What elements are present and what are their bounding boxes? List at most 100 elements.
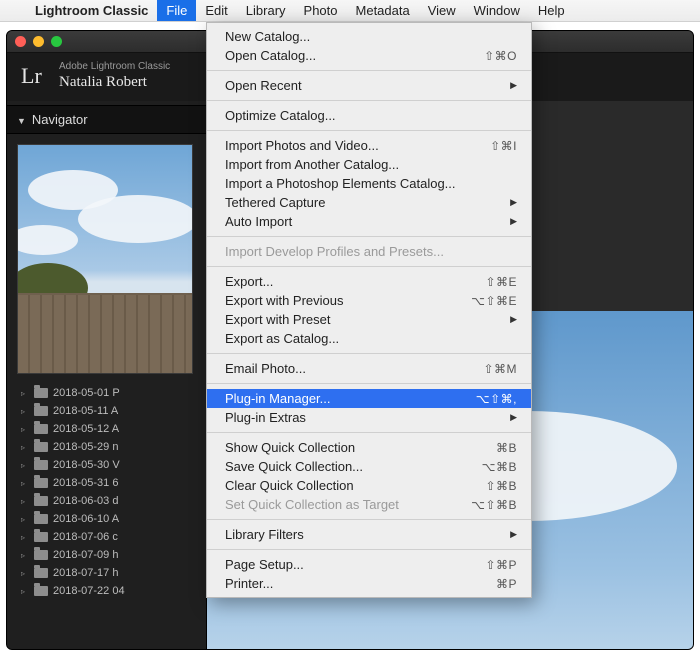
menu-separator bbox=[207, 549, 531, 550]
folder-row[interactable]: ▹2018-06-03 d bbox=[7, 492, 206, 510]
menubar-item-library[interactable]: Library bbox=[237, 0, 295, 21]
folder-label: 2018-05-30 V bbox=[53, 459, 120, 471]
menu-item-save-quick-collection[interactable]: Save Quick Collection... ⌥⌘B bbox=[207, 457, 531, 476]
menu-item-clear-quick-collection[interactable]: Clear Quick Collection ⇧⌘B bbox=[207, 476, 531, 495]
macos-menubar: Lightroom Classic FileEditLibraryPhotoMe… bbox=[0, 0, 700, 22]
disclosure-triangle-icon: ▹ bbox=[21, 569, 29, 578]
menu-item-shortcut: ⇧⌘B bbox=[485, 479, 517, 493]
menu-item-auto-import[interactable]: Auto Import bbox=[207, 212, 531, 231]
menu-item-optimize-catalog[interactable]: Optimize Catalog... bbox=[207, 106, 531, 125]
menu-item-label: Import a Photoshop Elements Catalog... bbox=[225, 176, 456, 191]
folder-row[interactable]: ▹ 2018-05-11 A bbox=[7, 402, 206, 420]
disclosure-triangle-icon: ▹ bbox=[21, 587, 29, 596]
menu-item-label: New Catalog... bbox=[225, 29, 310, 44]
menu-item-email-photo[interactable]: Email Photo...⇧⌘M bbox=[207, 359, 531, 378]
menu-separator bbox=[207, 266, 531, 267]
folder-row[interactable]: ▹ 2018-05-31 6 bbox=[7, 474, 206, 492]
menu-item-set-quick-collection-as-target: Set Quick Collection as Target ⌥⇧⌘B bbox=[207, 495, 531, 514]
menu-item-show-quick-collection[interactable]: Show Quick Collection⌘B bbox=[207, 438, 531, 457]
folder-row[interactable]: ▹2018-07-09 h bbox=[7, 546, 206, 564]
folder-row[interactable]: ▹2018-06-10 A bbox=[7, 510, 206, 528]
menubar-item-edit[interactable]: Edit bbox=[196, 0, 236, 21]
folder-icon bbox=[34, 568, 48, 578]
menu-item-label: Optimize Catalog... bbox=[225, 108, 336, 123]
file-menu: New Catalog... Open Catalog...⇧⌘O Open Rec… bbox=[206, 22, 532, 598]
folder-label: 2018-07-06 c bbox=[53, 531, 118, 543]
folder-row[interactable]: ▹2018-05-12 A bbox=[7, 420, 206, 438]
menu-separator bbox=[207, 432, 531, 433]
folder-label: 2018-05-31 6 bbox=[53, 477, 118, 489]
menu-item-shortcut: ⇧⌘E bbox=[485, 275, 517, 289]
menu-item-label: Import from Another Catalog... bbox=[225, 157, 399, 172]
menu-item-shortcut: ⇧⌘M bbox=[483, 362, 517, 376]
disclosure-triangle-icon: ▹ bbox=[21, 515, 29, 524]
folder-row[interactable]: ▹2018-05-01 P bbox=[7, 384, 206, 402]
menubar-item-file[interactable]: File bbox=[157, 0, 196, 21]
menubar-appname[interactable]: Lightroom Classic bbox=[26, 3, 157, 18]
menubar-item-window[interactable]: Window bbox=[465, 0, 529, 21]
folder-icon bbox=[34, 586, 48, 596]
folder-row[interactable]: ▹2018-07-22 04 bbox=[7, 582, 206, 600]
menu-item-import-a-photoshop-elements-catalog[interactable]: Import a Photoshop Elements Catalog... bbox=[207, 174, 531, 193]
folder-icon bbox=[34, 532, 48, 542]
folder-icon bbox=[34, 424, 48, 434]
folder-row[interactable]: ▹2018-07-06 c bbox=[7, 528, 206, 546]
folder-row[interactable]: ▹2018-07-17 h bbox=[7, 564, 206, 582]
close-icon[interactable] bbox=[15, 36, 26, 47]
menu-item-plug-in-manager[interactable]: Plug-in Manager...⌥⇧⌘, bbox=[207, 389, 531, 408]
disclosure-triangle-icon: ▹ bbox=[21, 461, 29, 470]
zoom-icon[interactable] bbox=[51, 36, 62, 47]
navigator-panel-header[interactable]: Navigator bbox=[7, 105, 206, 134]
folder-label: 2018-07-09 h bbox=[53, 549, 118, 561]
menu-item-export-with-preset[interactable]: Export with Preset bbox=[207, 310, 531, 329]
menu-item-label: Export... bbox=[225, 274, 273, 289]
menu-item-open-recent[interactable]: Open Recent bbox=[207, 76, 531, 95]
folder-icon bbox=[34, 550, 48, 560]
menu-separator bbox=[207, 383, 531, 384]
disclosure-triangle-icon: ▹ bbox=[21, 407, 29, 416]
menu-item-printer[interactable]: Printer...⌘P bbox=[207, 574, 531, 593]
menu-item-shortcut: ⇧⌘P bbox=[485, 558, 517, 572]
menu-item-label: Set Quick Collection as Target bbox=[225, 497, 399, 512]
menu-item-library-filters[interactable]: Library Filters bbox=[207, 525, 531, 544]
menubar-item-help[interactable]: Help bbox=[529, 0, 574, 21]
folder-icon bbox=[34, 406, 48, 416]
folder-list: ▹2018-05-01 P▹2018-05-11 A▹2018-05-12 A▹… bbox=[7, 384, 206, 600]
menu-item-page-setup[interactable]: Page Setup...⇧⌘P bbox=[207, 555, 531, 574]
menu-item-label: Export with Previous bbox=[225, 293, 344, 308]
menu-item-shortcut: ⌥⇧⌘B bbox=[471, 498, 517, 512]
menu-item-label: Save Quick Collection... bbox=[225, 459, 363, 474]
menubar-item-metadata[interactable]: Metadata bbox=[347, 0, 419, 21]
minimize-icon[interactable] bbox=[33, 36, 44, 47]
menu-item-label: Open Catalog... bbox=[225, 48, 316, 63]
menu-item-export[interactable]: Export... ⇧⌘E bbox=[207, 272, 531, 291]
menu-item-shortcut: ⌥⌘B bbox=[482, 460, 517, 474]
navigator-thumbnail[interactable] bbox=[17, 144, 193, 374]
menu-item-new-catalog[interactable]: New Catalog... bbox=[207, 27, 531, 46]
folder-icon bbox=[34, 442, 48, 452]
menu-item-tethered-capture[interactable]: Tethered Capture bbox=[207, 193, 531, 212]
menu-separator bbox=[207, 353, 531, 354]
menu-item-import-from-another-catalog[interactable]: Import from Another Catalog... bbox=[207, 155, 531, 174]
lightroom-owner: Natalia Robert bbox=[59, 73, 170, 91]
folder-label: 2018-05-12 A bbox=[53, 423, 119, 435]
menu-separator bbox=[207, 100, 531, 101]
menu-item-import-develop-profiles-and-presets: Import Develop Profiles and Presets... bbox=[207, 242, 531, 261]
menu-item-plug-in-extras[interactable]: Plug-in Extras bbox=[207, 408, 531, 427]
menu-item-import-photos-and-video[interactable]: Import Photos and Video...⇧⌘I bbox=[207, 136, 531, 155]
menu-item-export-with-previous[interactable]: Export with Previous⌥⇧⌘E bbox=[207, 291, 531, 310]
folder-label: 2018-05-11 A bbox=[53, 405, 118, 417]
left-panel: Navigator ▹2018-05-01 P▹2018-05-11 A▹201… bbox=[7, 101, 207, 650]
folder-row[interactable]: ▹ 2018-05-30 V bbox=[7, 456, 206, 474]
lightroom-subtitle: Adobe Lightroom Classic bbox=[59, 61, 170, 73]
folder-row[interactable]: ▹2018-05-29 n bbox=[7, 438, 206, 456]
menu-item-open-catalog[interactable]: Open Catalog...⇧⌘O bbox=[207, 46, 531, 65]
disclosure-triangle-icon: ▹ bbox=[21, 497, 29, 506]
menu-item-export-as-catalog[interactable]: Export as Catalog... bbox=[207, 329, 531, 348]
folder-label: 2018-05-01 P bbox=[53, 387, 120, 399]
disclosure-triangle-icon: ▹ bbox=[21, 479, 29, 488]
menu-item-label: Import Develop Profiles and Presets... bbox=[225, 244, 444, 259]
menubar-item-view[interactable]: View bbox=[419, 0, 465, 21]
menubar-item-photo[interactable]: Photo bbox=[295, 0, 347, 21]
menu-item-label: Clear Quick Collection bbox=[225, 478, 354, 493]
